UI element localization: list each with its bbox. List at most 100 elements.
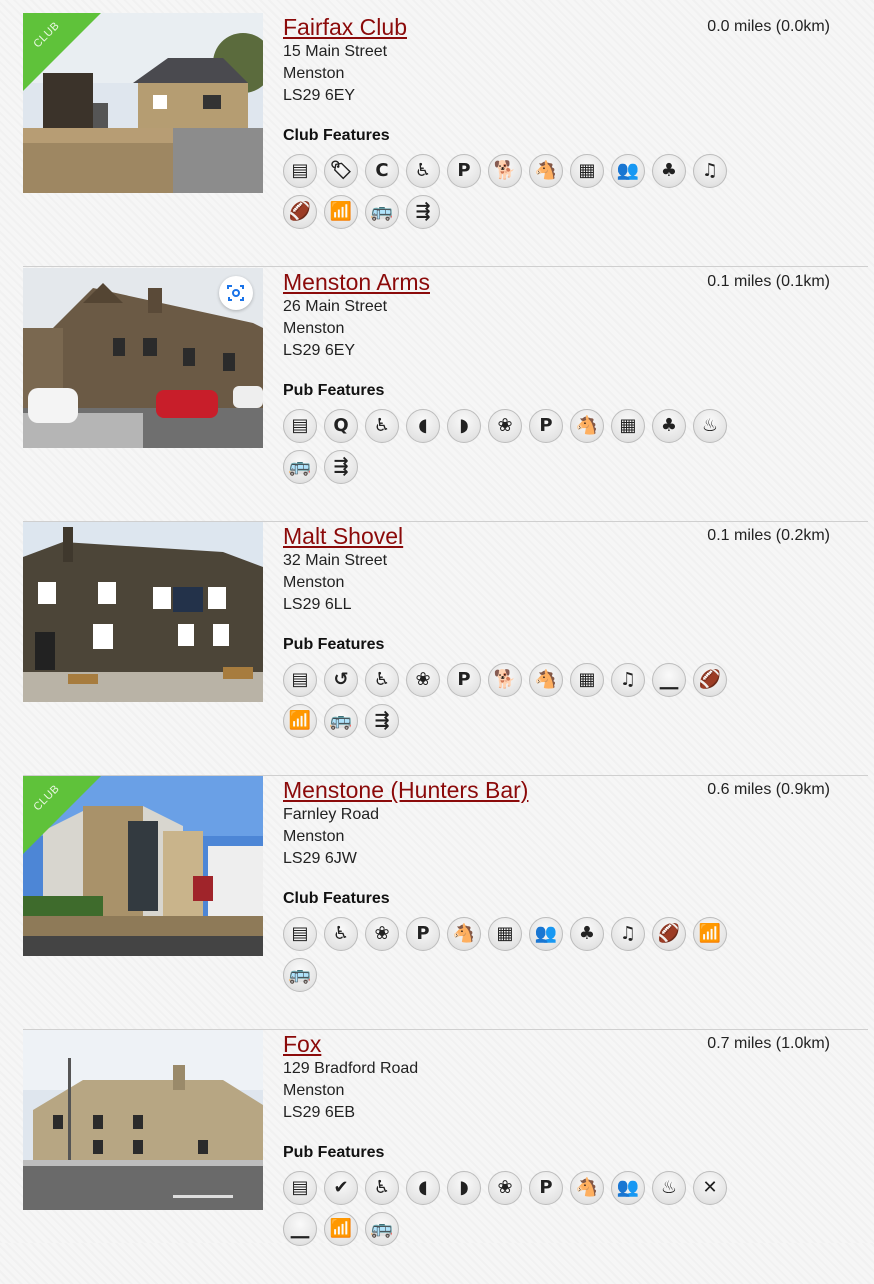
pub-name-link[interactable]: Menstone (Hunters Bar) — [283, 776, 528, 804]
live-music-icon[interactable]: ♫ — [611, 917, 645, 951]
pub-name-link[interactable]: Fairfax Club — [283, 13, 407, 41]
parking-icon[interactable]: P — [529, 409, 563, 443]
bus-icon[interactable]: 🚌 — [283, 450, 317, 484]
cask-ale-icon[interactable]: ▤ — [283, 154, 317, 188]
pub-listing: CLUB Menstone (Hunters Bar) Farnley Road… — [23, 776, 868, 1030]
live-music-icon[interactable]: ♫ — [611, 663, 645, 697]
pub-distance: 0.1 miles (0.1km) — [707, 273, 830, 290]
sports-tv-icon[interactable]: 🏈 — [283, 195, 317, 229]
price-tag-icon[interactable]: 🏷 — [324, 154, 358, 188]
dog-friendly-icon[interactable]: 🐕 — [488, 663, 522, 697]
pub-street: 32 Main Street — [283, 552, 388, 569]
pub-postcode: LS29 6EY — [283, 342, 356, 359]
parking-icon[interactable]: P — [529, 1171, 563, 1205]
pub-postcode: LS29 6EB — [283, 1104, 356, 1121]
smoking-area-icon[interactable]: ⎽ — [283, 1212, 317, 1246]
games-icon[interactable]: ♣ — [570, 917, 604, 951]
family-friendly-icon[interactable]: 🐴 — [529, 154, 563, 188]
pub-photo[interactable] — [23, 522, 263, 702]
real-fire-icon[interactable]: ♨ — [652, 1171, 686, 1205]
events-calendar-icon[interactable]: ▦ — [611, 409, 645, 443]
sports-tv-icon[interactable]: 🏈 — [652, 917, 686, 951]
wifi-icon[interactable]: 📶 — [324, 195, 358, 229]
family-friendly-icon[interactable]: 🐴 — [570, 409, 604, 443]
garden-icon[interactable]: ❀ — [488, 1171, 522, 1205]
feature-icons: ▤ 🏷 C ♿ P 🐕 🐴 ▦ 👥 ♣ ♫ 🏈 📶 🚌 ⇶ — [283, 154, 753, 236]
train-icon[interactable]: ⇶ — [365, 704, 399, 738]
pub-distance: 0.0 miles (0.0km) — [707, 18, 830, 35]
bus-icon[interactable]: 🚌 — [365, 1212, 399, 1246]
pub-town: Menston — [283, 320, 345, 337]
pub-town: Menston — [283, 1082, 345, 1099]
cask-marque-icon[interactable]: Q — [324, 409, 358, 443]
features-heading: Club Features — [283, 890, 390, 907]
wheelchair-icon[interactable]: ♿ — [406, 154, 440, 188]
family-friendly-icon[interactable]: 🐴 — [570, 1171, 604, 1205]
games-icon[interactable]: ♣ — [652, 154, 686, 188]
wheelchair-icon[interactable]: ♿ — [365, 663, 399, 697]
pub-photo[interactable]: CLUB — [23, 776, 263, 956]
cask-ale-icon[interactable]: ▤ — [283, 917, 317, 951]
pub-photo[interactable] — [23, 1030, 263, 1210]
garden-icon[interactable]: ❀ — [488, 409, 522, 443]
events-calendar-icon[interactable]: ▦ — [570, 663, 604, 697]
family-friendly-icon[interactable]: 🐴 — [447, 917, 481, 951]
rotating-beers-icon[interactable]: ↺ — [324, 663, 358, 697]
lunchtime-meals-icon[interactable]: ◖ — [406, 409, 440, 443]
events-calendar-icon[interactable]: ▦ — [488, 917, 522, 951]
live-music-icon[interactable]: ♫ — [693, 154, 727, 188]
games-icon[interactable]: ♣ — [652, 409, 686, 443]
pub-name-link[interactable]: Fox — [283, 1030, 321, 1058]
real-fire-icon[interactable]: ♨ — [693, 409, 727, 443]
dog-friendly-icon[interactable]: 🐕 — [488, 154, 522, 188]
features-heading: Pub Features — [283, 1144, 385, 1161]
pub-photo[interactable] — [23, 268, 263, 448]
club-ribbon — [23, 776, 101, 854]
pub-postcode: LS29 6EY — [283, 87, 356, 104]
pub-name-link[interactable]: Menston Arms — [283, 268, 430, 296]
bus-icon[interactable]: 🚌 — [365, 195, 399, 229]
parking-icon[interactable]: P — [406, 917, 440, 951]
function-room-icon[interactable]: 👥 — [611, 1171, 645, 1205]
camra-icon[interactable]: C — [365, 154, 399, 188]
wheelchair-icon[interactable]: ♿ — [365, 409, 399, 443]
train-icon[interactable]: ⇶ — [406, 195, 440, 229]
garden-icon[interactable]: ❀ — [365, 917, 399, 951]
feature-icons: ▤ ✔ ♿ ◖ ◗ ❀ P 🐴 👥 ♨ ✕ ⎽ 📶 🚌 — [283, 1171, 753, 1253]
cask-ale-icon[interactable]: ▤ — [283, 409, 317, 443]
parking-icon[interactable]: P — [447, 663, 481, 697]
feature-icons: ▤ ♿ ❀ P 🐴 ▦ 👥 ♣ ♫ 🏈 📶 🚌 — [283, 917, 753, 999]
pub-name-link[interactable]: Malt Shovel — [283, 522, 403, 550]
wifi-icon[interactable]: 📶 — [324, 1212, 358, 1246]
wheelchair-icon[interactable]: ♿ — [365, 1171, 399, 1205]
events-calendar-icon[interactable]: ▦ — [570, 154, 604, 188]
pub-photo[interactable]: CLUB — [23, 13, 263, 193]
evening-meals-icon[interactable]: ◗ — [447, 1171, 481, 1205]
lgbt-friendly-icon[interactable]: ✔ — [324, 1171, 358, 1205]
features-heading: Pub Features — [283, 382, 385, 399]
family-friendly-icon[interactable]: 🐴 — [529, 663, 563, 697]
no-food-icon[interactable]: ✕ — [693, 1171, 727, 1205]
smoking-area-icon[interactable]: ⎽ — [652, 663, 686, 697]
function-room-icon[interactable]: 👥 — [611, 154, 645, 188]
cask-ale-icon[interactable]: ▤ — [283, 663, 317, 697]
function-room-icon[interactable]: 👥 — [529, 917, 563, 951]
garden-icon[interactable]: ❀ — [406, 663, 440, 697]
sports-tv-icon[interactable]: 🏈 — [693, 663, 727, 697]
pub-listing: Menston Arms 26 Main Street Menston LS29… — [23, 268, 868, 522]
evening-meals-icon[interactable]: ◗ — [447, 409, 481, 443]
lunchtime-meals-icon[interactable]: ◖ — [406, 1171, 440, 1205]
wheelchair-icon[interactable]: ♿ — [324, 917, 358, 951]
wifi-icon[interactable]: 📶 — [693, 917, 727, 951]
pub-postcode: LS29 6JW — [283, 850, 357, 867]
parking-icon[interactable]: P — [447, 154, 481, 188]
visual-search-button[interactable] — [219, 276, 253, 310]
bus-icon[interactable]: 🚌 — [283, 958, 317, 992]
pub-distance: 0.1 miles (0.2km) — [707, 527, 830, 544]
pub-listing: CLUB Fairfax Club 15 Main Street Menston… — [23, 13, 868, 267]
train-icon[interactable]: ⇶ — [324, 450, 358, 484]
bus-icon[interactable]: 🚌 — [324, 704, 358, 738]
cask-ale-icon[interactable]: ▤ — [283, 1171, 317, 1205]
pub-town: Menston — [283, 65, 345, 82]
wifi-icon[interactable]: 📶 — [283, 704, 317, 738]
